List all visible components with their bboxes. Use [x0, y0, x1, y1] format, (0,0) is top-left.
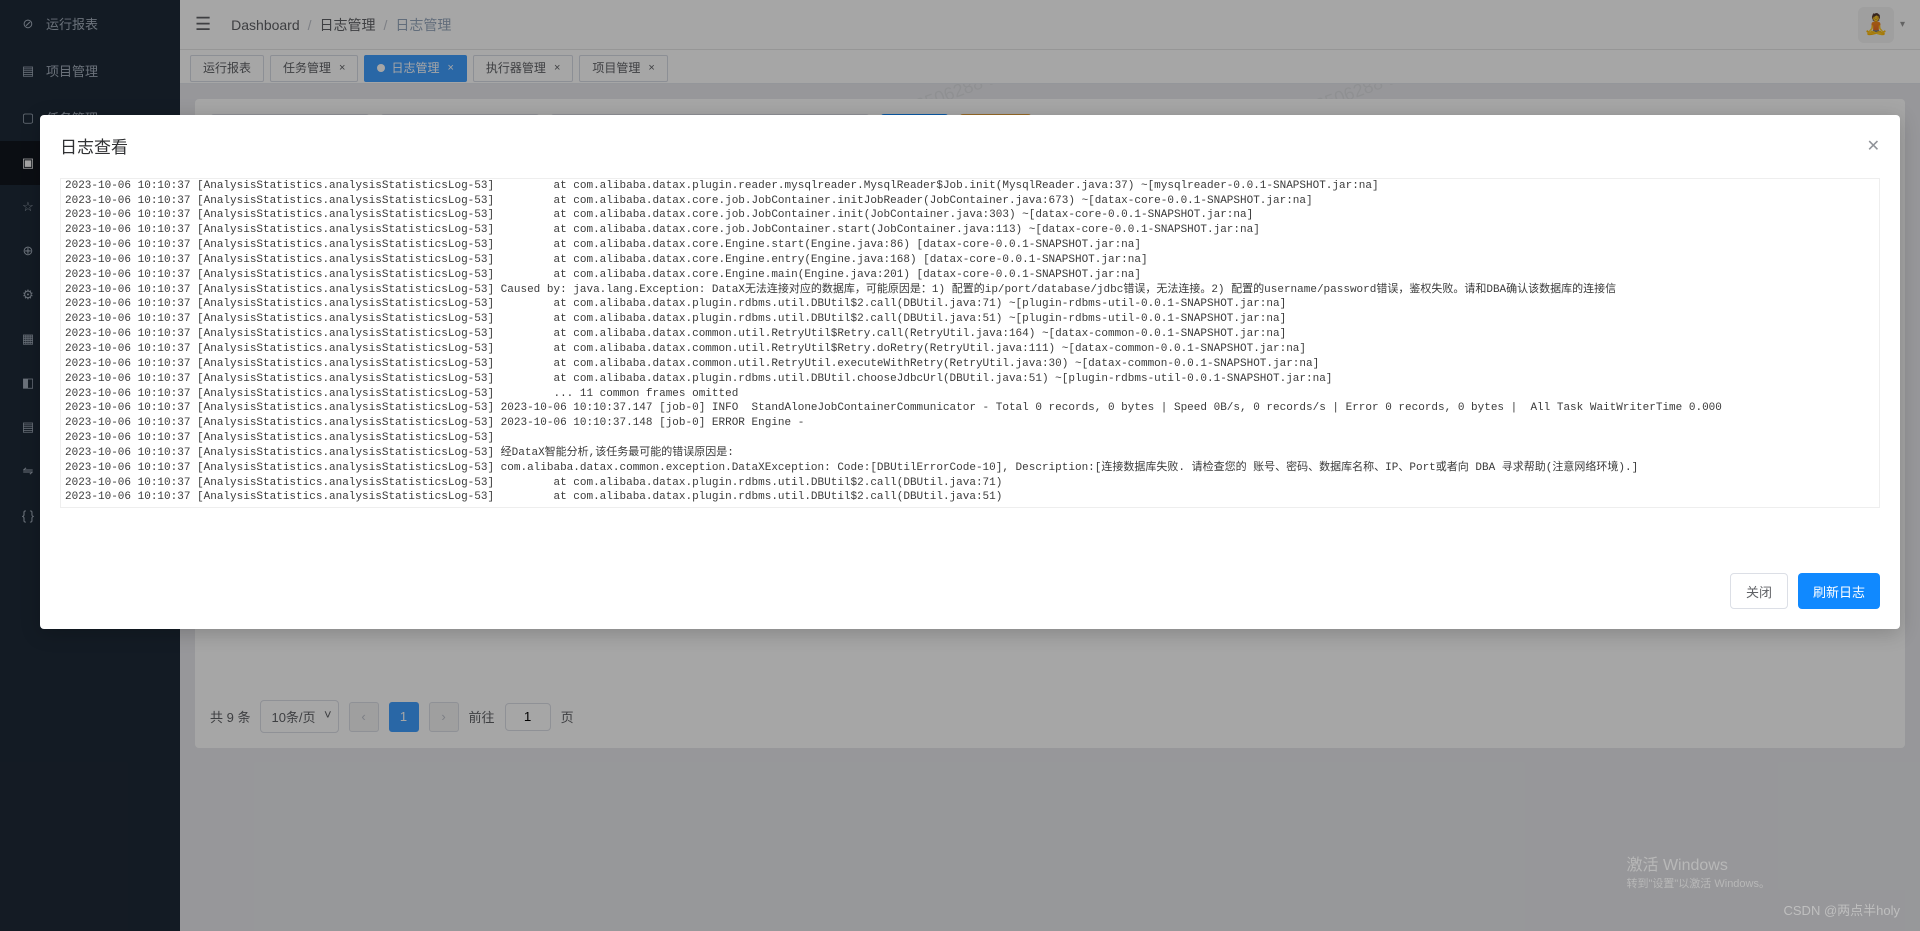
close-button[interactable]: 关闭 — [1730, 573, 1788, 609]
modal-title: 日志查看 — [60, 133, 128, 158]
modal-body: 2023-10-06 10:10:37 [AnalysisStatistics.… — [40, 168, 1900, 518]
log-viewer-modal: 日志查看 ✕ 2023-10-06 10:10:37 [AnalysisStat… — [40, 115, 1900, 629]
modal-footer: 关闭 刷新日志 — [40, 558, 1900, 629]
log-output[interactable]: 2023-10-06 10:10:37 [AnalysisStatistics.… — [60, 178, 1880, 508]
csdn-watermark: CSDN @两点半holy — [1784, 900, 1901, 919]
modal-header: 日志查看 ✕ — [40, 115, 1900, 168]
modal-close-button[interactable]: ✕ — [1867, 136, 1880, 156]
refresh-log-button[interactable]: 刷新日志 — [1798, 573, 1880, 609]
